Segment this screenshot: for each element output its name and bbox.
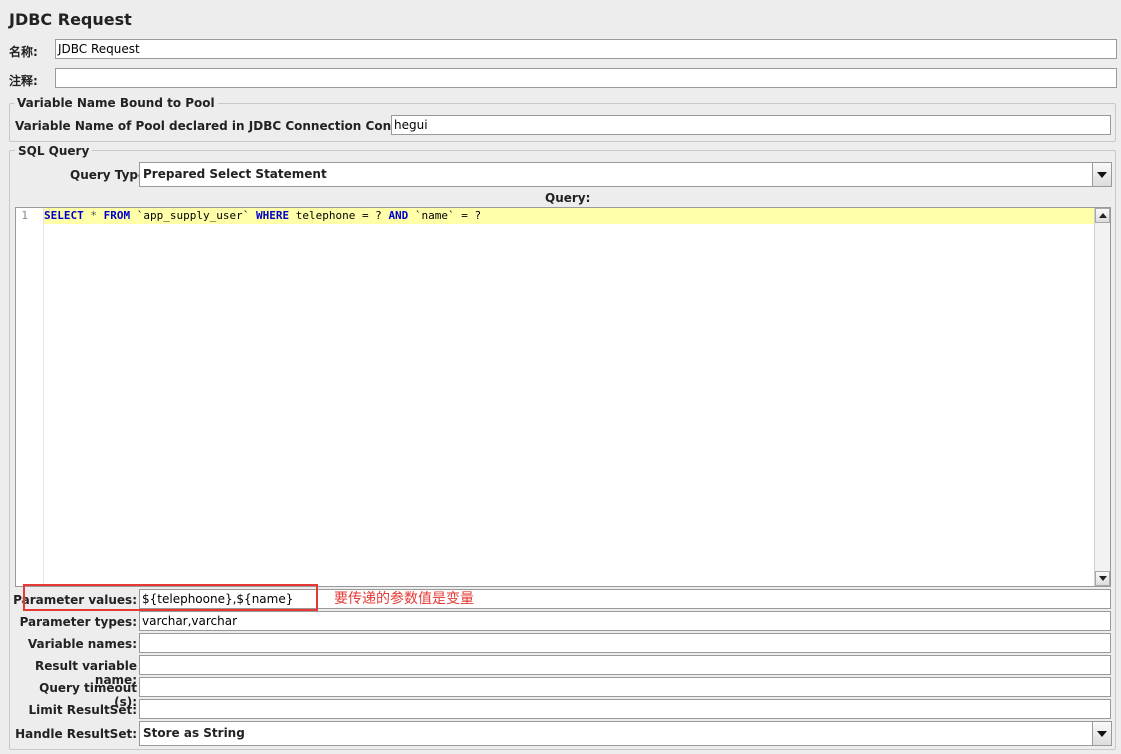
parameter-types-label: Parameter types:	[19, 615, 137, 629]
variable-names-field[interactable]	[139, 633, 1111, 653]
code-cond1: telephone = ?	[289, 209, 389, 222]
editor-vertical-scrollbar[interactable]	[1094, 208, 1110, 586]
variable-names-label: Variable names:	[27, 637, 137, 651]
scroll-up-button[interactable]	[1095, 208, 1110, 223]
query-type-select[interactable]: Prepared Select Statement	[139, 162, 1112, 187]
query-editor[interactable]: 1 SELECT * FROM `app_supply_user` WHERE …	[15, 207, 1111, 587]
keyword-select: SELECT	[44, 209, 84, 222]
pool-group-legend: Variable Name Bound to Pool	[14, 96, 218, 110]
keyword-where: WHERE	[255, 209, 290, 222]
code-table: `app_supply_user`	[130, 209, 256, 222]
code-cond2: `name` = ?	[408, 209, 482, 222]
handle-resultset-label: Handle ResultSet:	[15, 727, 137, 741]
keyword-from: FROM	[103, 209, 131, 222]
keyword-and: AND	[388, 209, 409, 222]
comment-field[interactable]	[55, 68, 1117, 88]
arrow-down-icon	[1099, 576, 1107, 581]
chevron-down-icon	[1097, 172, 1107, 178]
code-star: *	[83, 209, 104, 222]
line-gutter: 1	[16, 208, 44, 586]
limit-resultset-label: Limit ResultSet:	[28, 703, 137, 717]
annotation-text: 要传递的参数值是变量	[334, 591, 474, 607]
sql-query-legend: SQL Query	[15, 144, 93, 158]
query-code-line: SELECT * FROM `app_supply_user` WHERE te…	[44, 209, 481, 222]
parameter-types-field[interactable]: varchar,varchar	[139, 611, 1111, 631]
limit-resultset-field[interactable]	[139, 699, 1111, 719]
chevron-down-icon	[1097, 731, 1107, 737]
query-timeout-field[interactable]	[139, 677, 1111, 697]
scroll-down-button[interactable]	[1095, 571, 1110, 586]
annotation-highlight-box	[23, 584, 318, 611]
result-variable-name-field[interactable]	[139, 655, 1111, 675]
query-type-value: Prepared Select Statement	[143, 167, 327, 181]
comment-label: 注释:	[9, 74, 38, 88]
handle-resultset-select[interactable]: Store as String	[139, 721, 1112, 746]
handle-resultset-dropdown-button[interactable]	[1092, 722, 1111, 745]
name-field[interactable]: JDBC Request	[55, 39, 1117, 59]
arrow-up-icon	[1099, 213, 1107, 218]
query-type-dropdown-button[interactable]	[1092, 163, 1111, 186]
handle-resultset-value: Store as String	[143, 726, 245, 740]
name-label: 名称:	[9, 45, 38, 59]
line-number: 1	[21, 209, 28, 222]
query-label: Query:	[545, 191, 591, 205]
pool-name-field[interactable]: hegui	[391, 115, 1111, 135]
page-title: JDBC Request	[9, 10, 132, 29]
